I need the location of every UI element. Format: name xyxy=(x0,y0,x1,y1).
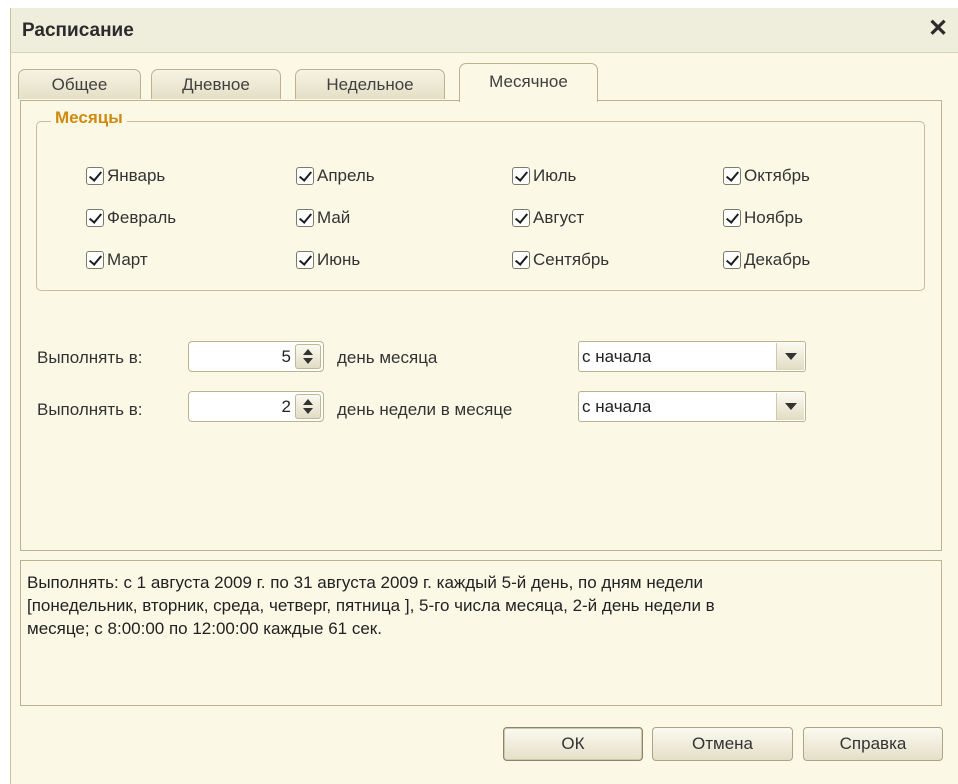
checkbox-label: Февраль xyxy=(107,208,177,227)
checkbox-label: Март xyxy=(107,250,148,269)
months-group: Месяцы Январь Февраль Март Апрель Май Ию… xyxy=(36,108,925,291)
checkbox-checked-icon xyxy=(723,209,741,227)
day-of-month-spinner[interactable]: 5 xyxy=(188,341,324,372)
checkbox-checked-icon xyxy=(296,167,314,185)
checkbox-checked-icon xyxy=(296,251,314,269)
checkbox-october[interactable]: Октябрь xyxy=(723,164,810,188)
checkbox-label: Июнь xyxy=(317,250,361,269)
schedule-summary: Выполнять: с 1 августа 2009 г. по 31 авг… xyxy=(20,560,942,706)
select-value: с начала xyxy=(582,347,652,366)
window-title: Расписание xyxy=(22,20,134,41)
checkbox-november[interactable]: Ноябрь xyxy=(723,206,803,230)
checkbox-label: Октябрь xyxy=(744,166,810,185)
summary-line: месяце; с 8:00:00 по 12:00:00 каждые 61 … xyxy=(27,619,382,638)
weekday-in-month-origin-select[interactable]: с начала xyxy=(578,391,806,422)
checkbox-checked-icon xyxy=(296,209,314,227)
execute-at-label: Выполнять в: xyxy=(37,348,143,367)
spinner-updown-icon[interactable] xyxy=(295,394,321,419)
checkbox-label: Апрель xyxy=(317,166,375,185)
checkbox-label: Ноябрь xyxy=(744,208,803,227)
checkbox-checked-icon xyxy=(723,167,741,185)
checkbox-label: Декабрь xyxy=(744,250,811,269)
ok-button[interactable]: ОК xyxy=(503,727,643,761)
spinner-updown-icon[interactable] xyxy=(295,344,321,369)
tab-general[interactable]: Общее xyxy=(18,69,141,99)
checkbox-checked-icon xyxy=(86,251,104,269)
checkbox-january[interactable]: Январь xyxy=(86,164,165,188)
tab-monthly[interactable]: Месячное xyxy=(459,63,598,102)
day-of-month-label: день месяца xyxy=(337,348,438,367)
cancel-button[interactable]: Отмена xyxy=(652,727,793,761)
monthly-tab-panel: Месяцы Январь Февраль Март Апрель Май Ию… xyxy=(20,100,942,551)
select-value: с начала xyxy=(582,397,652,416)
checkbox-february[interactable]: Февраль xyxy=(86,206,176,230)
spinner-value: 2 xyxy=(281,397,291,416)
day-of-month-origin-select[interactable]: с начала xyxy=(578,341,806,372)
checkbox-label: Август xyxy=(533,208,585,227)
months-group-title: Месяцы xyxy=(51,108,127,128)
checkbox-june[interactable]: Июнь xyxy=(296,248,360,272)
summary-line: Выполнять: с 1 августа 2009 г. по 31 авг… xyxy=(27,573,704,592)
weekday-in-month-spinner[interactable]: 2 xyxy=(188,391,324,422)
help-button[interactable]: Справка xyxy=(803,727,943,761)
chevron-down-icon[interactable] xyxy=(776,343,804,370)
tab-daily[interactable]: Дневное xyxy=(151,69,281,99)
spinner-value: 5 xyxy=(281,347,291,366)
checkbox-december[interactable]: Декабрь xyxy=(723,248,810,272)
checkbox-checked-icon xyxy=(512,167,530,185)
checkbox-july[interactable]: Июль xyxy=(512,164,576,188)
checkbox-september[interactable]: Сентябрь xyxy=(512,248,609,272)
checkbox-label: Июль xyxy=(533,166,577,185)
checkbox-checked-icon xyxy=(512,209,530,227)
close-icon[interactable]: ✕ xyxy=(923,14,953,44)
checkbox-label: Сентябрь xyxy=(533,250,610,269)
checkbox-march[interactable]: Март xyxy=(86,248,148,272)
checkbox-label: Май xyxy=(317,208,351,227)
title-bar: Расписание ✕ xyxy=(11,8,958,53)
execute-at-label: Выполнять в: xyxy=(37,400,143,419)
checkbox-checked-icon xyxy=(723,251,741,269)
checkbox-checked-icon xyxy=(512,251,530,269)
checkbox-august[interactable]: Август xyxy=(512,206,584,230)
checkbox-april[interactable]: Апрель xyxy=(296,164,375,188)
tab-weekly[interactable]: Недельное xyxy=(295,69,445,99)
checkbox-may[interactable]: Май xyxy=(296,206,350,230)
weekday-in-month-label: день недели в месяце xyxy=(337,400,513,419)
checkbox-checked-icon xyxy=(86,209,104,227)
summary-line: [понедельник, вторник, среда, четверг, п… xyxy=(27,596,715,615)
checkbox-label: Январь xyxy=(107,166,166,185)
chevron-down-icon[interactable] xyxy=(776,393,804,420)
checkbox-checked-icon xyxy=(86,167,104,185)
